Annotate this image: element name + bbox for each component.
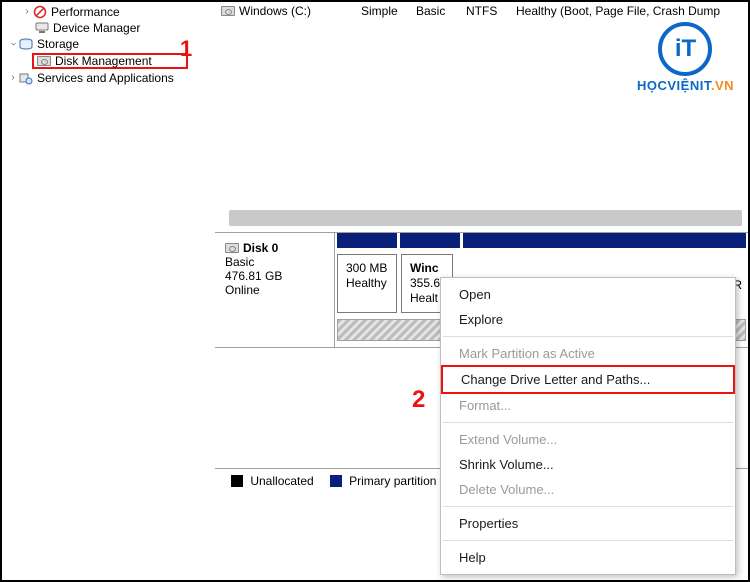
ctx-extend: Extend Volume... — [441, 427, 735, 452]
tree-label: Performance — [51, 4, 120, 20]
tree-item-services[interactable]: › Services and Applications — [2, 70, 214, 86]
ctx-open[interactable]: Open — [441, 282, 735, 307]
partition-1[interactable]: 300 MB Healthy — [337, 254, 397, 313]
tree-label: Disk Management — [55, 53, 152, 69]
callout-2: 2 — [412, 386, 425, 414]
swatch-primary — [330, 475, 342, 487]
partition-size: 300 MB — [346, 261, 390, 276]
partition-name: Winc — [410, 261, 439, 275]
ctx-mark-active: Mark Partition as Active — [441, 341, 735, 366]
disk-info[interactable]: Disk 0 Basic 476.81 GB Online — [215, 233, 335, 347]
ctx-properties[interactable]: Properties — [441, 511, 735, 536]
volume-fs: NTFS — [460, 4, 510, 18]
device-icon — [34, 20, 50, 36]
services-icon — [18, 70, 34, 86]
tree-item-performance[interactable]: › Performance — [2, 4, 214, 20]
disk-type: Basic — [225, 255, 324, 269]
legend-primary: Primary partition — [349, 474, 436, 488]
tree-label: Storage — [37, 36, 79, 52]
legend-unallocated: Unallocated — [250, 474, 313, 488]
disk-title: Disk 0 — [243, 241, 278, 255]
ctx-format: Format... — [441, 393, 735, 418]
divider — [443, 422, 733, 423]
volume-row[interactable]: Windows (C:) Simple Basic NTFS Healthy (… — [215, 2, 748, 20]
logo-badge-icon: iT — [658, 22, 712, 76]
divider — [443, 540, 733, 541]
ctx-delete: Delete Volume... — [441, 477, 735, 502]
volume-layout: Basic — [410, 4, 460, 18]
swatch-unallocated — [231, 475, 243, 487]
tree-item-devmgr[interactable]: Device Manager — [2, 20, 214, 36]
ctx-change-drive-letter[interactable]: Change Drive Letter and Paths... — [441, 365, 735, 394]
ctx-help[interactable]: Help — [441, 545, 735, 570]
divider — [443, 506, 733, 507]
volume-name: Windows (C:) — [239, 4, 311, 18]
tree-label: Device Manager — [53, 20, 140, 36]
nav-tree: › Performance Device Manager › Storage D… — [2, 2, 215, 580]
volume-status: Healthy (Boot, Page File, Crash Dump — [510, 4, 748, 18]
callout-1: 1 — [180, 36, 192, 62]
disk-mgmt-icon — [36, 53, 52, 69]
disk-size: 476.81 GB — [225, 269, 324, 283]
scrollbar-horizontal[interactable] — [229, 210, 742, 226]
drive-icon — [225, 243, 239, 253]
drive-icon — [221, 6, 235, 16]
context-menu: Open Explore Mark Partition as Active Ch… — [440, 277, 736, 575]
tree-label: Services and Applications — [37, 70, 174, 86]
ctx-explore[interactable]: Explore — [441, 307, 735, 332]
brand-logo: iT HỌCVIỆNIT.VN — [637, 22, 734, 93]
tree-item-diskmgmt[interactable]: Disk Management — [32, 53, 188, 69]
partition-status: Healthy — [346, 276, 390, 291]
ctx-shrink[interactable]: Shrink Volume... — [441, 452, 735, 477]
no-entry-icon — [32, 4, 48, 20]
volume-type: Simple — [355, 4, 410, 18]
disk-state: Online — [225, 283, 324, 297]
divider — [443, 336, 733, 337]
